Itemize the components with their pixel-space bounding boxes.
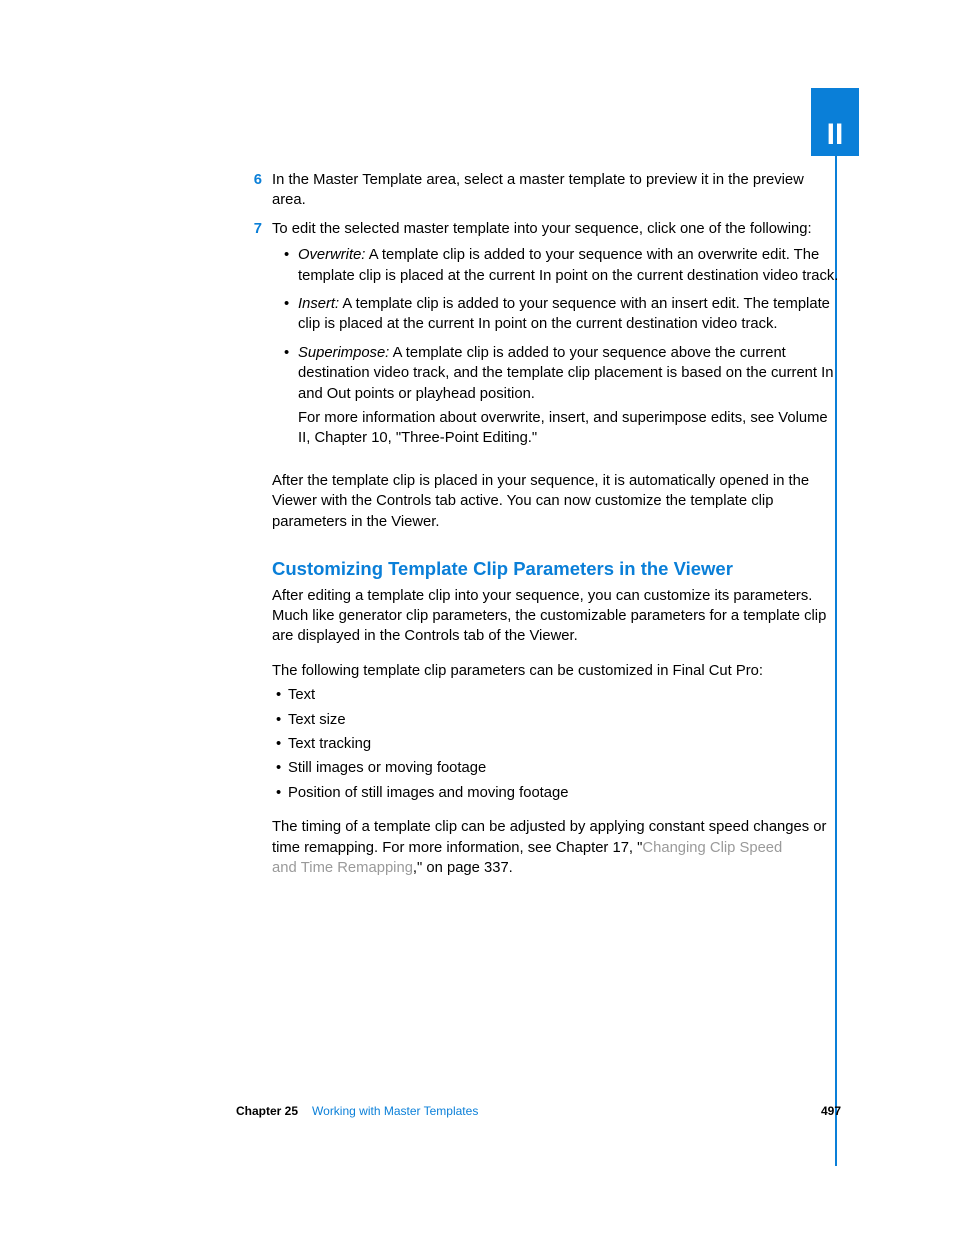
paragraph: After editing a template clip into your … — [236, 586, 841, 647]
list-item: • Overwrite: A template clip is added to… — [272, 245, 841, 286]
section-heading: Customizing Template Clip Parameters in … — [236, 556, 841, 582]
closing-post: ," on page 337. — [413, 860, 513, 876]
bullet-icon: • — [276, 685, 281, 705]
step-number: 6 — [236, 170, 272, 211]
list-item: • Text size — [236, 710, 841, 730]
list-item-text: Still images or moving footage — [288, 760, 486, 776]
bullet-icon: • — [276, 734, 281, 754]
term-desc: A template clip is added to your sequenc… — [298, 296, 830, 332]
bullet-icon: • — [284, 245, 289, 265]
bullet-icon: • — [284, 343, 289, 363]
step-number: 7 — [236, 219, 272, 457]
step: 7 To edit the selected master template i… — [236, 219, 841, 457]
step-text: To edit the selected master template int… — [272, 221, 812, 237]
term: Insert: — [298, 296, 339, 312]
page-number: 497 — [821, 1104, 841, 1118]
list-item: • Text tracking — [236, 734, 841, 754]
list-item: • Text — [236, 685, 841, 705]
page-footer: Chapter 25 Working with Master Templates… — [236, 1104, 841, 1118]
chapter-title: Working with Master Templates — [312, 1104, 478, 1118]
footer-left: Chapter 25 Working with Master Templates — [236, 1104, 478, 1118]
term: Superimpose: — [298, 345, 389, 361]
term: Overwrite: — [298, 247, 365, 263]
document-page: II 6 In the Master Template area, select… — [0, 0, 954, 1235]
list-item-text: Text — [288, 687, 315, 703]
bullet-icon: • — [276, 758, 281, 778]
step-body: To edit the selected master template int… — [272, 219, 841, 457]
paragraph: The timing of a template clip can be adj… — [236, 817, 841, 878]
content-area: 6 In the Master Template area, select a … — [236, 170, 841, 892]
chapter-label: Chapter 25 — [236, 1104, 298, 1118]
part-tab-label: II — [827, 118, 844, 151]
bullet-icon: • — [276, 783, 281, 803]
sub-list: • Overwrite: A template clip is added to… — [272, 245, 841, 449]
part-tab: II — [811, 88, 859, 156]
list-item: • Still images or moving footage — [236, 758, 841, 778]
term-desc: A template clip is added to your sequenc… — [298, 247, 838, 283]
list-item: • Insert: A template clip is added to yo… — [272, 294, 841, 335]
list-item-text: Text tracking — [288, 736, 371, 752]
paragraph: After the template clip is placed in you… — [236, 471, 841, 532]
list-item-text: Text size — [288, 712, 346, 728]
paragraph: The following template clip parameters c… — [236, 661, 841, 681]
bullet-icon: • — [276, 710, 281, 730]
list-item-text: Position of still images and moving foot… — [288, 785, 568, 801]
list-item: • Superimpose: A template clip is added … — [272, 343, 841, 449]
followup-text: For more information about overwrite, in… — [298, 408, 841, 449]
list-item: • Position of still images and moving fo… — [236, 783, 841, 803]
bullet-icon: • — [284, 294, 289, 314]
step: 6 In the Master Template area, select a … — [236, 170, 841, 211]
step-body: In the Master Template area, select a ma… — [272, 170, 841, 211]
